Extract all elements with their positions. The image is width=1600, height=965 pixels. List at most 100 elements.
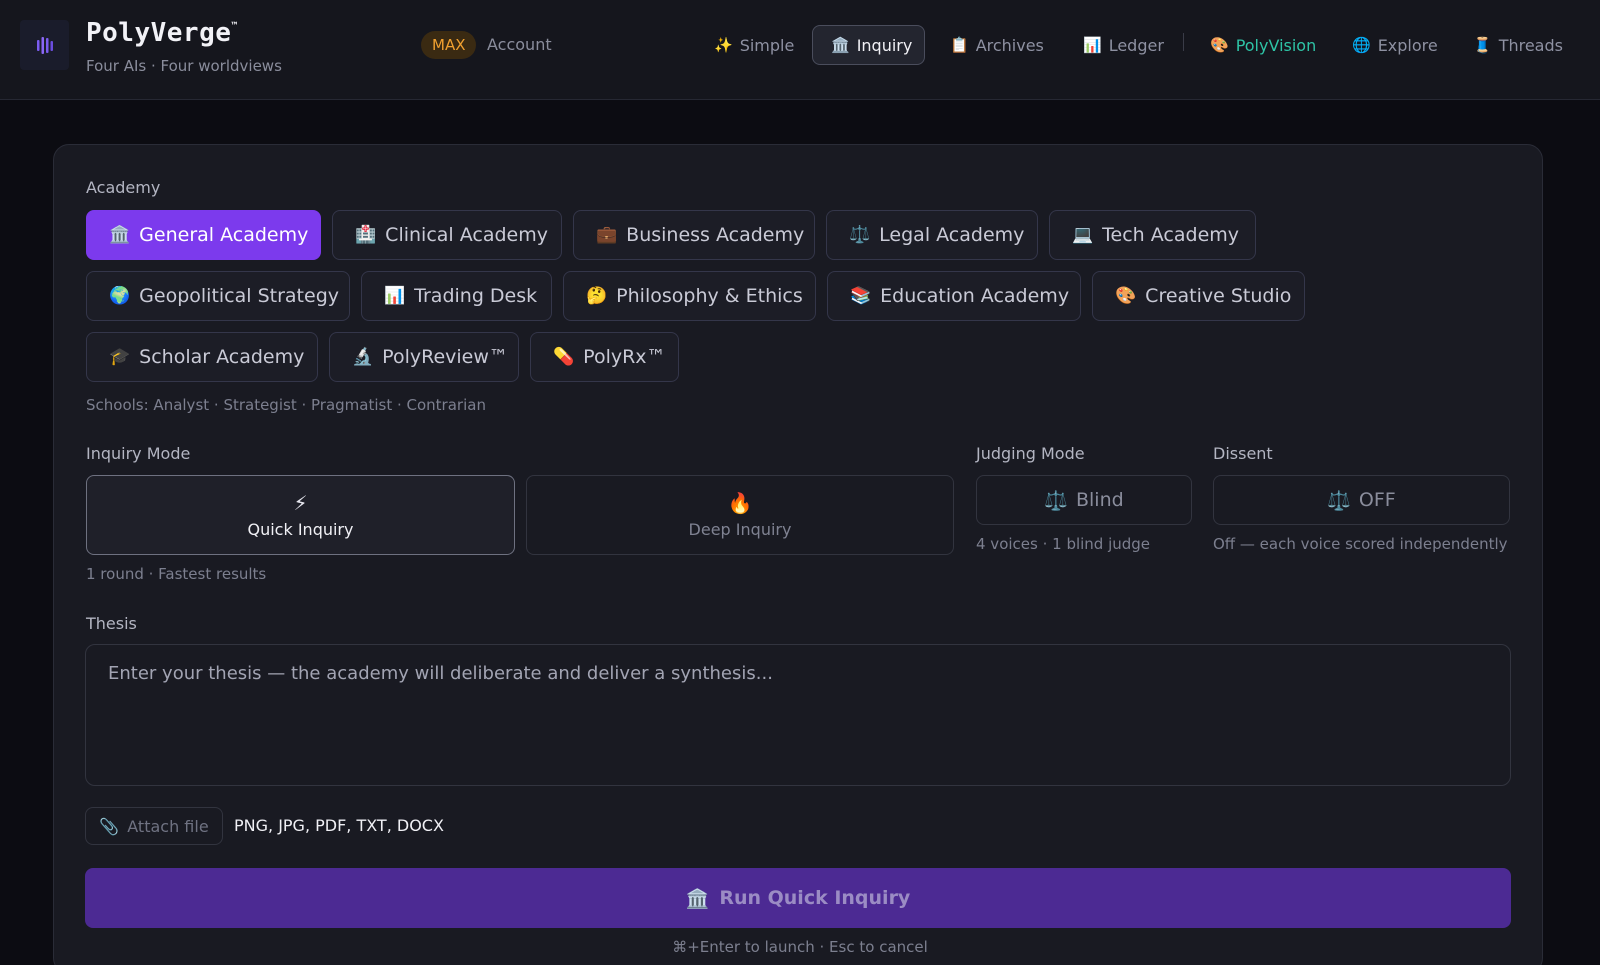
logo-bars-icon bbox=[36, 37, 53, 54]
nav-archives[interactable]: 📋 Archives bbox=[932, 25, 1062, 65]
inquiry-mode-hint: 1 round · Fastest results bbox=[86, 565, 267, 583]
academy-label-text: Clinical Academy bbox=[385, 224, 548, 246]
briefcase-icon: 💼 bbox=[596, 225, 618, 245]
attach-file-button[interactable]: 📎 Attach file bbox=[85, 807, 223, 845]
top-header: PolyVerge™ Four AIs · Four worldviews MA… bbox=[0, 0, 1600, 100]
academy-trading[interactable]: 📊 Trading Desk bbox=[361, 271, 552, 321]
academy-label-text: Creative Studio bbox=[1145, 285, 1292, 307]
academy-label: Academy bbox=[86, 178, 161, 197]
academy-label-text: Tech Academy bbox=[1102, 224, 1240, 246]
quick-inquiry-option[interactable]: ⚡ Quick Inquiry bbox=[86, 475, 515, 555]
mode-label-text: Quick Inquiry bbox=[247, 519, 354, 539]
brand-tagline: Four AIs · Four worldviews bbox=[86, 57, 282, 75]
run-inquiry-button[interactable]: 🏛️ Run Quick Inquiry bbox=[85, 868, 1511, 928]
account-link[interactable]: Account bbox=[487, 35, 552, 54]
academy-label-text: Education Academy bbox=[880, 285, 1070, 307]
globe-icon: 🌍 bbox=[109, 286, 131, 306]
academy-label-text: Business Academy bbox=[626, 224, 805, 246]
plan-badge: MAX bbox=[421, 31, 477, 59]
nav-label: Inquiry bbox=[856, 35, 913, 55]
palette-icon: 🎨 bbox=[1210, 36, 1229, 54]
nav-label: Ledger bbox=[1108, 35, 1164, 55]
academy-polyreview[interactable]: 🔬 PolyReview™ bbox=[329, 332, 519, 382]
pill-icon: 💊 bbox=[553, 347, 575, 367]
institution-icon: 🏛️ bbox=[109, 225, 131, 245]
dissent-label: Dissent bbox=[1213, 444, 1273, 463]
nav-divider bbox=[1183, 33, 1184, 51]
dissent-hint: Off — each voice scored independently bbox=[1213, 535, 1508, 553]
nav-label: PolyVision bbox=[1235, 35, 1317, 55]
judging-mode-hint: 4 voices · 1 blind judge bbox=[976, 535, 1151, 553]
academy-label-text: PolyRx™ bbox=[583, 346, 666, 368]
fire-icon: 🔥 bbox=[727, 490, 753, 515]
run-button-label: Run Quick Inquiry bbox=[719, 887, 911, 909]
nav-simple[interactable]: ✨ Simple bbox=[696, 25, 812, 65]
academy-philosophy[interactable]: 🤔 Philosophy & Ethics bbox=[563, 271, 816, 321]
academy-legal[interactable]: ⚖️ Legal Academy bbox=[826, 210, 1038, 260]
nav-polyvision[interactable]: 🎨 PolyVision bbox=[1192, 25, 1334, 65]
brand-name-text: PolyVerge bbox=[86, 18, 232, 48]
logo[interactable] bbox=[20, 20, 69, 70]
academy-geopolitical[interactable]: 🌍 Geopolitical Strategy bbox=[86, 271, 350, 321]
academy-business[interactable]: 💼 Business Academy bbox=[573, 210, 815, 260]
nav-label: Explore bbox=[1377, 35, 1438, 55]
academy-polyrx[interactable]: 💊 PolyRx™ bbox=[530, 332, 679, 382]
academy-label-text: Philosophy & Ethics bbox=[616, 285, 803, 307]
accepted-file-types: PNG, JPG, PDF, TXT, DOCX bbox=[234, 816, 444, 835]
globe-icon: 🌐 bbox=[1352, 36, 1371, 54]
sparkles-icon: ✨ bbox=[714, 36, 733, 54]
inquiry-mode-label: Inquiry Mode bbox=[86, 444, 191, 463]
thinking-face-icon: 🤔 bbox=[586, 286, 608, 306]
scales-icon: ⚖️ bbox=[1327, 489, 1351, 512]
academy-clinical[interactable]: 🏥 Clinical Academy bbox=[332, 210, 562, 260]
academy-label-text: General Academy bbox=[139, 224, 309, 246]
institution-icon: 🏛️ bbox=[831, 36, 850, 54]
academy-creative[interactable]: 🎨 Creative Studio bbox=[1092, 271, 1305, 321]
scales-icon: ⚖️ bbox=[849, 225, 871, 245]
dissent-value: OFF bbox=[1358, 489, 1396, 511]
nav-inquiry[interactable]: 🏛️ Inquiry bbox=[812, 25, 925, 65]
academy-label-text: Scholar Academy bbox=[139, 346, 305, 368]
clipboard-icon: 📋 bbox=[950, 36, 969, 54]
academy-label-text: Trading Desk bbox=[414, 285, 538, 307]
hospital-icon: 🏥 bbox=[355, 225, 377, 245]
academy-education[interactable]: 📚 Education Academy bbox=[827, 271, 1081, 321]
nav-label: Simple bbox=[739, 35, 795, 55]
thesis-label: Thesis bbox=[86, 614, 137, 633]
academy-general[interactable]: 🏛️ General Academy bbox=[86, 210, 321, 260]
nav-label: Threads bbox=[1498, 35, 1563, 55]
lightning-icon: ⚡ bbox=[293, 490, 308, 515]
academy-tech[interactable]: 💻 Tech Academy bbox=[1049, 210, 1256, 260]
brand-name: PolyVerge™ bbox=[86, 18, 238, 48]
academy-label-text: PolyReview™ bbox=[382, 346, 508, 368]
judging-mode-value: Blind bbox=[1075, 489, 1124, 511]
deep-inquiry-option[interactable]: 🔥 Deep Inquiry bbox=[526, 475, 954, 555]
mode-label-text: Deep Inquiry bbox=[688, 519, 792, 539]
scales-icon: ⚖️ bbox=[1044, 489, 1068, 512]
palette-icon: 🎨 bbox=[1115, 286, 1137, 306]
trademark-mark: ™ bbox=[231, 21, 238, 32]
bar-chart-icon: 📊 bbox=[1083, 36, 1102, 54]
laptop-icon: 💻 bbox=[1072, 225, 1094, 245]
books-icon: 📚 bbox=[850, 286, 872, 306]
academy-label-text: Geopolitical Strategy bbox=[139, 285, 339, 307]
attach-file-label: Attach file bbox=[127, 816, 209, 836]
judging-mode-label: Judging Mode bbox=[976, 444, 1085, 463]
microscope-icon: 🔬 bbox=[352, 347, 374, 367]
nav-label: Archives bbox=[975, 35, 1044, 55]
graduation-cap-icon: 🎓 bbox=[109, 347, 131, 367]
keyboard-shortcut-hint: ⌘+Enter to launch · Esc to cancel bbox=[672, 938, 928, 956]
thread-spool-icon: 🧵 bbox=[1473, 36, 1492, 54]
nav-threads[interactable]: 🧵 Threads bbox=[1455, 25, 1581, 65]
dissent-toggle[interactable]: ⚖️ OFF bbox=[1213, 475, 1510, 525]
schools-hint: Schools: Analyst · Strategist · Pragmati… bbox=[86, 396, 486, 414]
bar-chart-icon: 📊 bbox=[384, 286, 406, 306]
nav-ledger[interactable]: 📊 Ledger bbox=[1065, 25, 1182, 65]
academy-scholar[interactable]: 🎓 Scholar Academy bbox=[86, 332, 318, 382]
institution-icon: 🏛️ bbox=[685, 887, 710, 910]
academy-label-text: Legal Academy bbox=[879, 224, 1025, 246]
paperclip-icon: 📎 bbox=[99, 816, 120, 836]
nav-explore[interactable]: 🌐 Explore bbox=[1334, 25, 1456, 65]
judging-mode-toggle[interactable]: ⚖️ Blind bbox=[976, 475, 1192, 525]
thesis-input[interactable] bbox=[85, 644, 1511, 786]
